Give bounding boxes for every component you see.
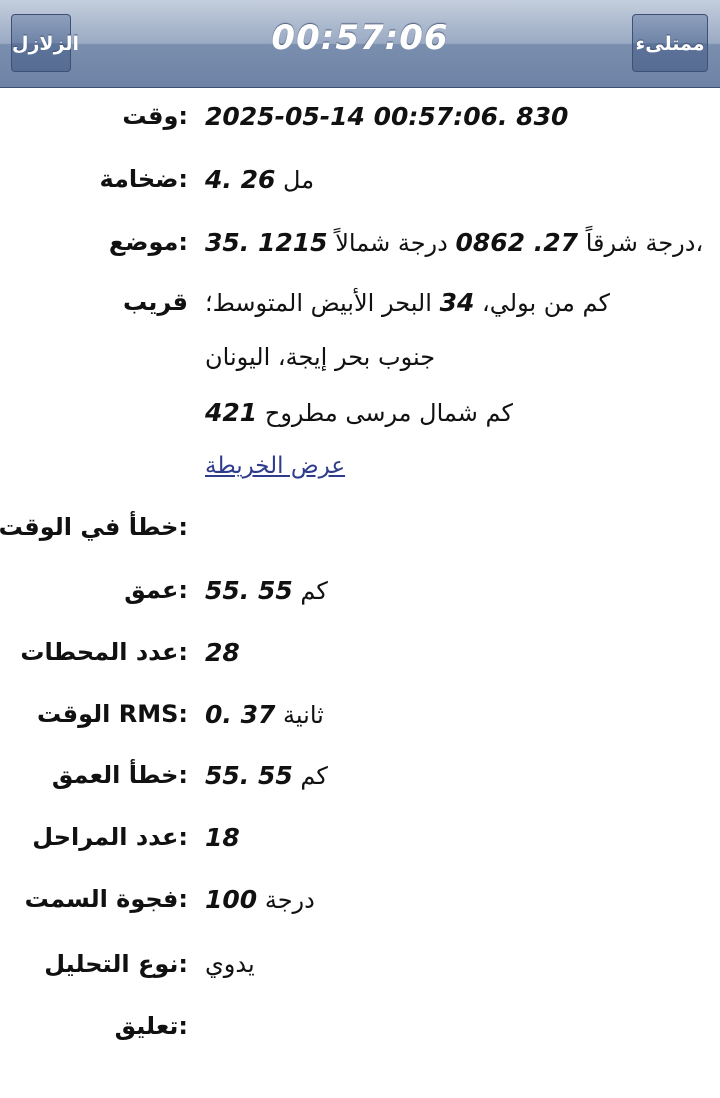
label-azimuth-gap: :فجوة السمت bbox=[24, 885, 188, 913]
label-comment: :تعليق bbox=[114, 1012, 188, 1040]
label-rms: :RMS الوقت bbox=[36, 700, 188, 728]
value-magnitude: 4. 26 مل bbox=[205, 165, 314, 194]
nearby-line-3: 421 كم شمال مرسى مطروح bbox=[205, 398, 513, 427]
navigation-bar: الزلازل 00:57:06 ممتلىء bbox=[0, 0, 720, 88]
nav-title-time: 00:57:06 bbox=[271, 18, 449, 58]
azimuth-gap-number: 100 bbox=[205, 885, 258, 914]
label-depth: :عمق bbox=[124, 576, 188, 604]
nearby-line-1-prefix: البحر الأبيض المتوسط؛ bbox=[205, 289, 432, 317]
value-analysis-type: يدوي bbox=[205, 950, 255, 978]
magnitude-unit: مل bbox=[283, 166, 315, 194]
label-analysis-type: :نوع التحليل bbox=[44, 950, 188, 978]
longitude-unit: درجة شرقاً bbox=[585, 229, 696, 257]
nearby-line-3-text: كم شمال مرسى مطروح bbox=[264, 399, 513, 427]
value-depth: 55. 55 كم bbox=[205, 576, 328, 605]
label-stations: :عدد المحطات bbox=[20, 638, 188, 666]
nearby-line-1-number: 34 bbox=[439, 288, 475, 317]
value-rms: 0. 37 ثانية bbox=[205, 700, 324, 729]
label-location: :موضع bbox=[108, 228, 188, 256]
azimuth-gap-unit: درجة bbox=[264, 886, 315, 914]
value-phases: 18 bbox=[205, 823, 240, 852]
label-depth-error: :خطأ العمق bbox=[51, 761, 188, 789]
depth-error-number: 55. 55 bbox=[205, 761, 293, 790]
magnitude-number: 4. 26 bbox=[205, 165, 276, 194]
value-stations: 28 bbox=[205, 638, 240, 667]
longitude-number: 35. 1215 bbox=[205, 228, 328, 257]
nearby-line-3-number: 421 bbox=[205, 398, 258, 427]
depth-unit: كم bbox=[300, 577, 328, 605]
label-time: :وقت bbox=[122, 102, 188, 130]
show-map-link[interactable]: عرض الخريطة bbox=[205, 453, 345, 479]
depth-error-unit: كم bbox=[300, 762, 328, 790]
nearby-line-1: كم من بولي، 34 البحر الأبيض المتوسط؛ bbox=[205, 288, 610, 317]
rms-number: 0. 37 bbox=[205, 700, 276, 729]
latitude-number: 27. 0862 bbox=[455, 228, 579, 257]
nearby-line-2: جنوب بحر إيجة، اليونان bbox=[205, 343, 436, 371]
full-button[interactable]: ممتلىء bbox=[632, 14, 708, 72]
value-location: 35. 1215 درجة شرقاً 27. 0862 درجة شمالاً… bbox=[205, 228, 703, 257]
value-depth-error: 55. 55 كم bbox=[205, 761, 328, 790]
nearby-line-1-suffix: كم من بولي، bbox=[482, 289, 610, 317]
label-magnitude: :ضخامة bbox=[99, 165, 188, 193]
label-nearby: قريب bbox=[122, 288, 188, 316]
value-azimuth-gap: 100 درجة bbox=[205, 885, 315, 914]
depth-number: 55. 55 bbox=[205, 576, 293, 605]
rms-unit: ثانية bbox=[283, 701, 324, 729]
label-phases: :عدد المراحل bbox=[32, 823, 188, 851]
label-time-error: :خطأ في الوقت bbox=[0, 513, 188, 541]
value-time: 2025-05-14 00:57:06. 830 bbox=[205, 102, 569, 131]
